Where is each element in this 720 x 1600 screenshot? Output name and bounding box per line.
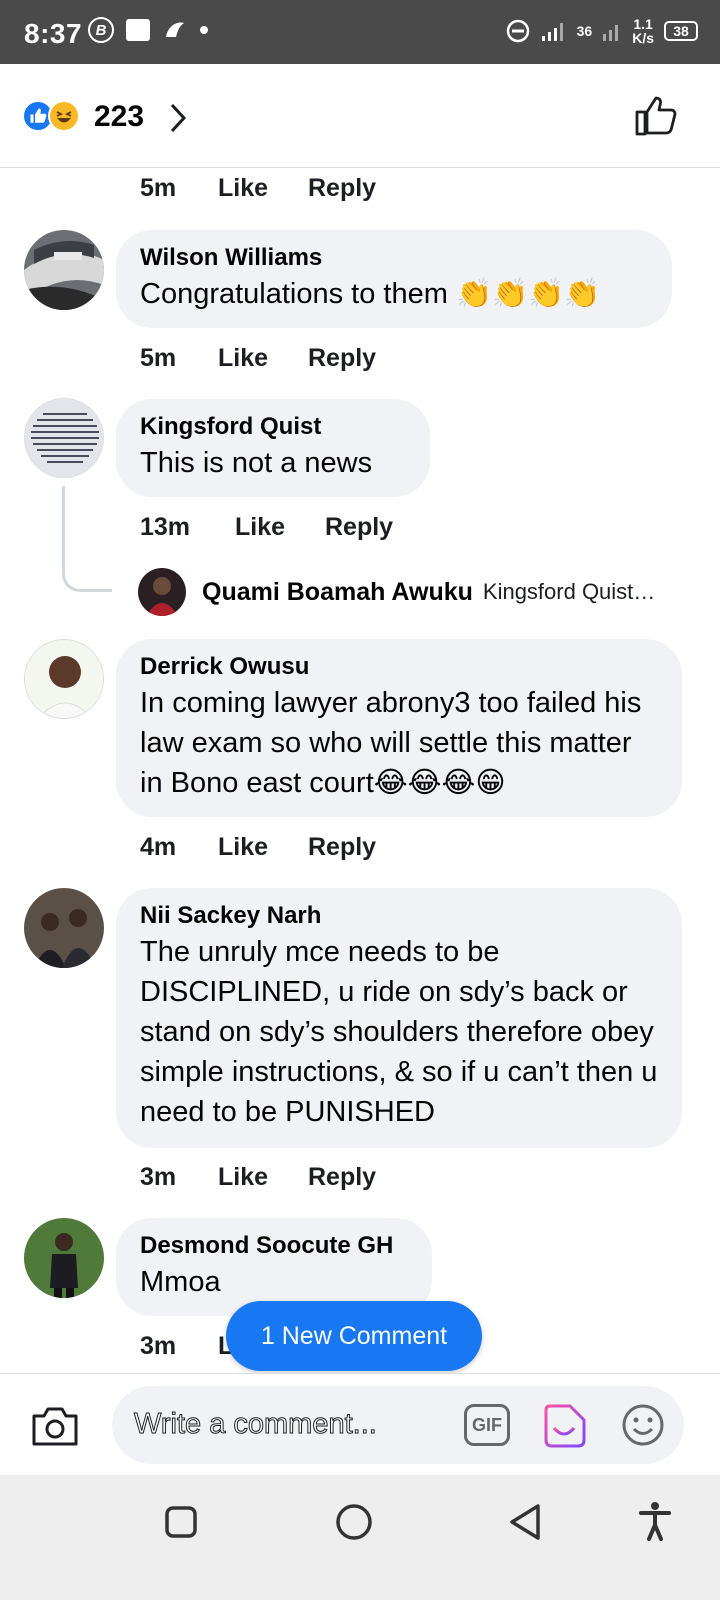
reply-author[interactable]: Quami Boamah Awuku <box>202 578 473 607</box>
comment-meta: 3m L <box>140 1332 233 1361</box>
back-triangle-icon[interactable] <box>508 1503 544 1541</box>
do-not-disturb-icon <box>506 19 529 43</box>
recents-square-icon[interactable] <box>164 1505 198 1539</box>
comment-text: Mmoa <box>140 1266 221 1298</box>
reactions-header: 223 <box>0 64 720 168</box>
haha-reaction-icon <box>48 100 80 132</box>
emoji-icon[interactable] <box>620 1402 666 1448</box>
battery-icon: 38 <box>664 21 698 41</box>
comment-meta: 5m Like Reply <box>140 174 376 203</box>
comment-composer: Write a comment... GIF <box>0 1373 720 1475</box>
app-notification-icon <box>166 22 184 37</box>
comments-list[interactable]: 5m Like Reply Wilson Williams Congratula… <box>0 168 720 1400</box>
network-speed: 1.1 K/s <box>632 17 654 45</box>
avatar[interactable] <box>24 888 104 968</box>
speed-value: 1.1 <box>633 16 653 32</box>
chevron-right-icon[interactable] <box>168 102 188 134</box>
status-right-icons: 36 1.1 K/s 38 <box>505 17 698 45</box>
avatar[interactable] <box>138 568 186 616</box>
network-type: 36 <box>576 23 593 39</box>
status-left-icons: B <box>88 17 208 43</box>
like-button[interactable]: Like <box>218 344 308 373</box>
comment-meta: 4m Like Reply <box>140 833 376 862</box>
comment-meta: 5m Like Reply <box>140 344 376 373</box>
reaction-icons[interactable] <box>22 100 80 132</box>
system-nav-bar <box>0 1475 720 1600</box>
comment-bubble[interactable]: Nii Sackey Narh The unruly mce needs to … <box>116 888 682 1148</box>
sticker-icon[interactable] <box>540 1402 588 1450</box>
camera-icon[interactable] <box>30 1404 80 1448</box>
home-circle-icon[interactable] <box>335 1503 373 1541</box>
gif-icon[interactable]: GIF <box>464 1404 510 1446</box>
comment-time: 5m <box>140 344 177 372</box>
reply-preview-row[interactable]: Quami Boamah Awuku Kingsford Quist… <box>138 568 655 616</box>
comment-text: This is not a news <box>140 447 373 479</box>
speed-unit: K/s <box>632 30 654 46</box>
signal-icon <box>603 25 619 41</box>
comment-author[interactable]: Derrick Owusu <box>140 651 658 683</box>
b-circle-icon: B <box>88 17 114 43</box>
reply-button[interactable]: Reply <box>308 344 376 373</box>
comment-author[interactable]: Wilson Williams <box>140 242 648 274</box>
reply-button[interactable]: Reply <box>308 174 376 203</box>
comment-text: In coming lawyer abrony3 too failed his … <box>140 687 642 799</box>
comment-author[interactable]: Kingsford Quist <box>140 411 406 443</box>
avatar[interactable] <box>24 230 104 310</box>
comment-input-placeholder: Write a comment... <box>134 1408 378 1441</box>
image-icon <box>126 19 150 41</box>
reply-button[interactable]: Reply <box>308 833 376 862</box>
reply-preview-text[interactable]: Kingsford Quist… <box>483 579 655 605</box>
comment-time: 3m <box>140 1332 177 1360</box>
thread-connector <box>62 486 112 592</box>
comment-text: Congratulations to them 👏👏👏👏 <box>140 278 601 310</box>
dot-icon <box>200 26 208 34</box>
new-comment-button[interactable]: 1 New Comment <box>226 1301 482 1371</box>
avatar[interactable] <box>24 639 104 719</box>
like-button[interactable]: Like <box>235 513 325 542</box>
signal-icon <box>541 23 563 41</box>
comment-bubble[interactable]: Wilson Williams Congratulations to them … <box>116 230 672 328</box>
comment-author[interactable]: Desmond Soocute GH <box>140 1230 408 1262</box>
reaction-count[interactable]: 223 <box>94 100 144 134</box>
comment-time: 3m <box>140 1163 177 1191</box>
status-time: 8:37 <box>24 18 83 49</box>
comment-author[interactable]: Nii Sackey Narh <box>140 900 658 932</box>
reply-button[interactable]: Reply <box>308 1163 376 1192</box>
like-button[interactable]: Like <box>218 1163 308 1192</box>
comment-time: 5m <box>140 174 177 202</box>
comment-input[interactable]: Write a comment... GIF <box>112 1386 684 1464</box>
comment-meta: 13m Like Reply <box>140 513 393 542</box>
comment-time: 13m <box>140 513 191 541</box>
reply-button[interactable]: Reply <box>325 513 393 542</box>
comment-bubble[interactable]: Kingsford Quist This is not a news <box>116 399 430 497</box>
avatar[interactable] <box>24 398 104 478</box>
like-button[interactable]: Like <box>218 833 308 862</box>
like-button[interactable]: Like <box>218 174 308 203</box>
comment-bubble[interactable]: Derrick Owusu In coming lawyer abrony3 t… <box>116 639 682 817</box>
accessibility-icon[interactable] <box>638 1501 672 1541</box>
comment-meta: 3m Like Reply <box>140 1163 376 1192</box>
avatar[interactable] <box>24 1218 104 1298</box>
comment-time: 4m <box>140 833 177 861</box>
comment-text: The unruly mce needs to be DISCIPLINED, … <box>140 936 658 1128</box>
thumbs-up-outline-icon[interactable] <box>634 94 678 138</box>
status-bar: 8:37 B 36 1.1 K/s 38 <box>0 0 720 64</box>
